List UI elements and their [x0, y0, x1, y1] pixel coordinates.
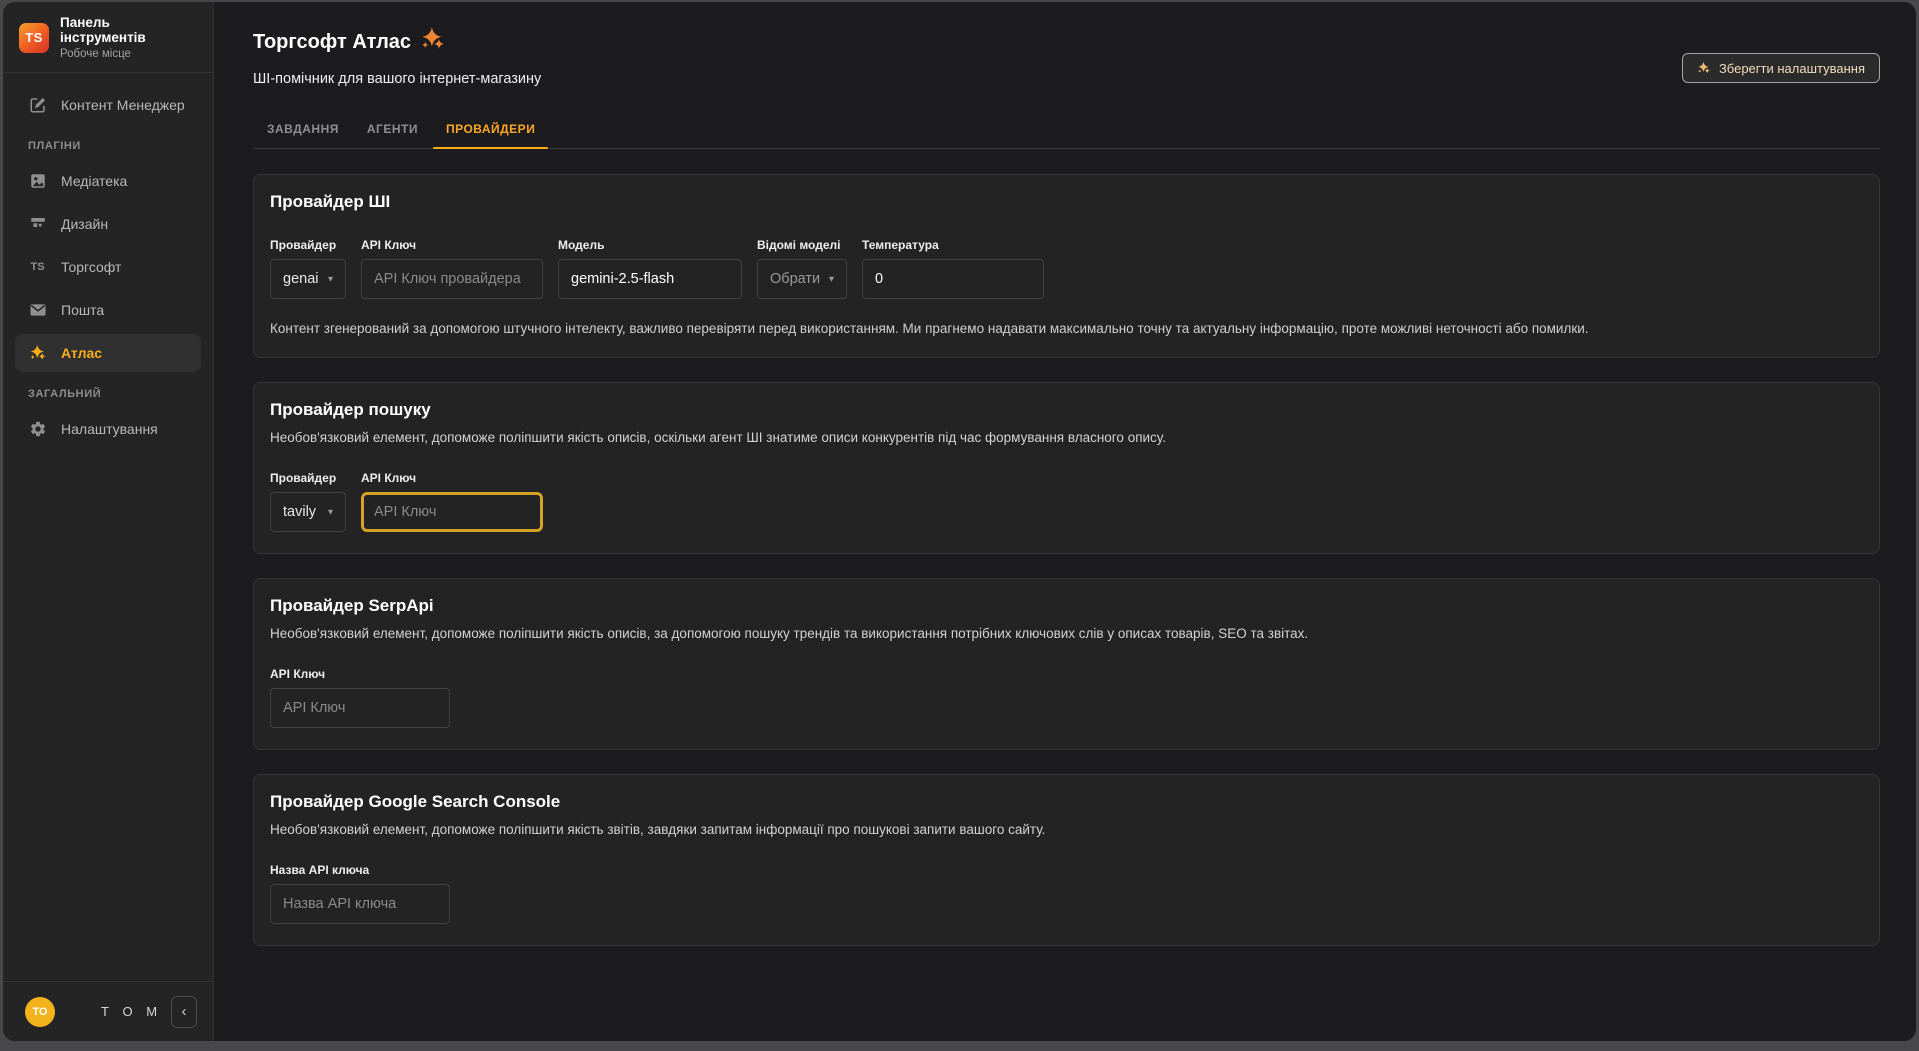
sidebar-item-media-library[interactable]: Медіатека [15, 162, 201, 200]
search-provider-select-value: tavily [283, 504, 317, 520]
ai-provider-select[interactable]: genai ▾ [270, 259, 346, 299]
design-icon [28, 215, 47, 234]
sidebar-item-content-manager[interactable]: Контент Менеджер [15, 86, 201, 124]
model-input[interactable] [558, 259, 742, 299]
sidebar: TS Панель інструментів Робоче місце Конт… [3, 2, 214, 1041]
key-name-field: Назва API ключа [270, 863, 450, 924]
mail-icon [28, 301, 47, 320]
field-label: Провайдер [270, 238, 337, 252]
sidebar-item-label: Атлас [61, 345, 103, 361]
tab-tasks[interactable]: ЗАВДАННЯ [253, 112, 353, 148]
field-label: API Ключ [361, 238, 417, 252]
field-label: API Ключ [270, 667, 326, 681]
brand-title: Панель інструментів [60, 15, 146, 45]
main-content: Торгсофт Атлас ШІ-помічник для вашого ін… [214, 2, 1916, 1041]
card-title: Провайдер Google Search Console [270, 792, 561, 811]
api-key-field: API Ключ [361, 471, 543, 532]
api-key-field: API Ключ [270, 667, 450, 728]
sidebar-section-general: ЗАГАЛЬНИЙ [28, 388, 102, 400]
ts-text-icon: TS [30, 261, 45, 273]
brand-subtitle: Робоче місце [60, 48, 131, 60]
sidebar-item-design[interactable]: Дизайн [15, 205, 201, 243]
model-field: Модель [558, 238, 742, 299]
known-models-select[interactable]: Обрати ▾ [757, 259, 847, 299]
page-subtitle: ШІ-помічник для вашого інтернет-магазину [253, 71, 542, 87]
sidebar-item-label: Налаштування [61, 421, 158, 437]
field-label: Провайдер [270, 471, 337, 485]
card-description: Необов'язковий елемент, допоможе поліпши… [270, 430, 1166, 445]
sidebar-item-mail[interactable]: Пошта [15, 291, 201, 329]
card-title: Провайдер ШІ [270, 192, 391, 211]
sidebar-footer: ТО Т О М ‹ [3, 981, 213, 1041]
serpapi-form-row: API Ключ [270, 667, 1863, 728]
sidebar-item-label: Торгсофт [61, 259, 122, 275]
card-description: Необов'язковий елемент, допоможе поліпши… [270, 822, 1046, 837]
page-title-text: Торгсофт Атлас [253, 30, 412, 53]
tab-agents[interactable]: АГЕНТИ [353, 112, 432, 148]
chevron-down-icon: ▾ [828, 273, 834, 285]
temperature-field: Температура [862, 238, 1044, 299]
sidebar-item-torgsoft[interactable]: TS Торгсофт [15, 248, 201, 286]
tab-providers[interactable]: ПРОВАЙДЕРИ [432, 112, 549, 149]
image-icon [28, 172, 47, 191]
card-title: Провайдер пошуку [270, 400, 431, 419]
field-label: API Ключ [361, 471, 417, 485]
known-models-select-value: Обрати [770, 271, 821, 287]
gear-icon [28, 420, 47, 439]
field-label: Назва API ключа [270, 863, 370, 877]
brand-text: Панель інструментів Робоче місце [60, 15, 197, 60]
sidebar-item-label: Контент Менеджер [61, 97, 185, 113]
serpapi-provider-card: Провайдер SerpApi Необов'язковий елемент… [253, 578, 1880, 750]
chevron-left-icon: ‹ [181, 1003, 187, 1020]
app-window: TS Панель інструментів Робоче місце Конт… [3, 2, 1916, 1041]
gsc-form-row: Назва API ключа [270, 863, 1863, 924]
search-provider-card: Провайдер пошуку Необов'язковий елемент,… [253, 382, 1880, 554]
gsc-key-name-input[interactable] [270, 884, 450, 924]
user-avatar[interactable]: ТО [25, 996, 55, 1027]
search-api-key-input[interactable] [361, 492, 543, 532]
page-header-text: Торгсофт Атлас ШІ-помічник для вашого ін… [253, 26, 541, 87]
sidebar-item-label: Дизайн [61, 216, 109, 232]
save-settings-button[interactable]: Зберегти налаштування [1681, 53, 1880, 83]
sidebar-item-atlas[interactable]: Атлас [15, 334, 201, 372]
card-title: Провайдер SerpApi [270, 596, 434, 615]
sidebar-item-label: Медіатека [61, 173, 128, 189]
serpapi-api-key-input[interactable] [270, 688, 450, 728]
ai-provider-select-value: genai [283, 271, 319, 287]
sidebar-item-label: Пошта [61, 302, 105, 318]
card-description: Необов'язковий елемент, допоможе поліпши… [270, 626, 1309, 641]
chevron-down-icon: ▾ [327, 273, 333, 285]
api-key-field: API Ключ [361, 238, 543, 299]
sparkles-icon [420, 26, 446, 58]
search-provider-form-row: Провайдер tavily ▾ API Ключ [270, 471, 1863, 532]
ts-logo-icon: TS [19, 22, 49, 53]
sidebar-section-plugins: ПЛАГІНИ [28, 140, 81, 152]
sidebar-collapse-button[interactable]: ‹ [171, 995, 197, 1028]
sparkles-icon [28, 344, 47, 363]
field-label: Температура [862, 238, 939, 252]
ai-provider-form-row: Провайдер genai ▾ API Ключ Модель Відомі… [270, 238, 1863, 299]
ai-provider-card: Провайдер ШІ Провайдер genai ▾ API Ключ … [253, 174, 1880, 358]
edit-icon [28, 96, 47, 115]
user-name: Т О М [101, 1004, 163, 1019]
sidebar-menu: Контент Менеджер ПЛАГІНИ Медіатека Дизай… [3, 73, 213, 981]
tab-bar: ЗАВДАННЯ АГЕНТИ ПРОВАЙДЕРИ [253, 112, 1880, 149]
gsc-provider-card: Провайдер Google Search Console Необов'я… [253, 774, 1880, 946]
page-header: Торгсофт Атлас ШІ-помічник для вашого ін… [253, 26, 1880, 87]
ai-api-key-input[interactable] [361, 259, 543, 299]
ai-disclaimer: Контент згенерований за допомогою штучно… [270, 321, 1589, 336]
field-label: Відомі моделі [757, 238, 841, 252]
temperature-input[interactable] [862, 259, 1044, 299]
provider-field: Провайдер tavily ▾ [270, 471, 346, 532]
page-title: Торгсофт Атлас [253, 26, 541, 58]
provider-field: Провайдер genai ▾ [270, 238, 346, 299]
chevron-down-icon: ▾ [327, 506, 333, 518]
known-models-field: Відомі моделі Обрати ▾ [757, 238, 847, 299]
save-settings-label: Зберегти налаштування [1718, 60, 1865, 76]
field-label: Модель [558, 238, 605, 252]
sparkle-icon [1697, 61, 1711, 75]
sidebar-brand: TS Панель інструментів Робоче місце [3, 2, 213, 73]
sidebar-item-settings[interactable]: Налаштування [15, 410, 201, 448]
search-provider-select[interactable]: tavily ▾ [270, 492, 346, 532]
